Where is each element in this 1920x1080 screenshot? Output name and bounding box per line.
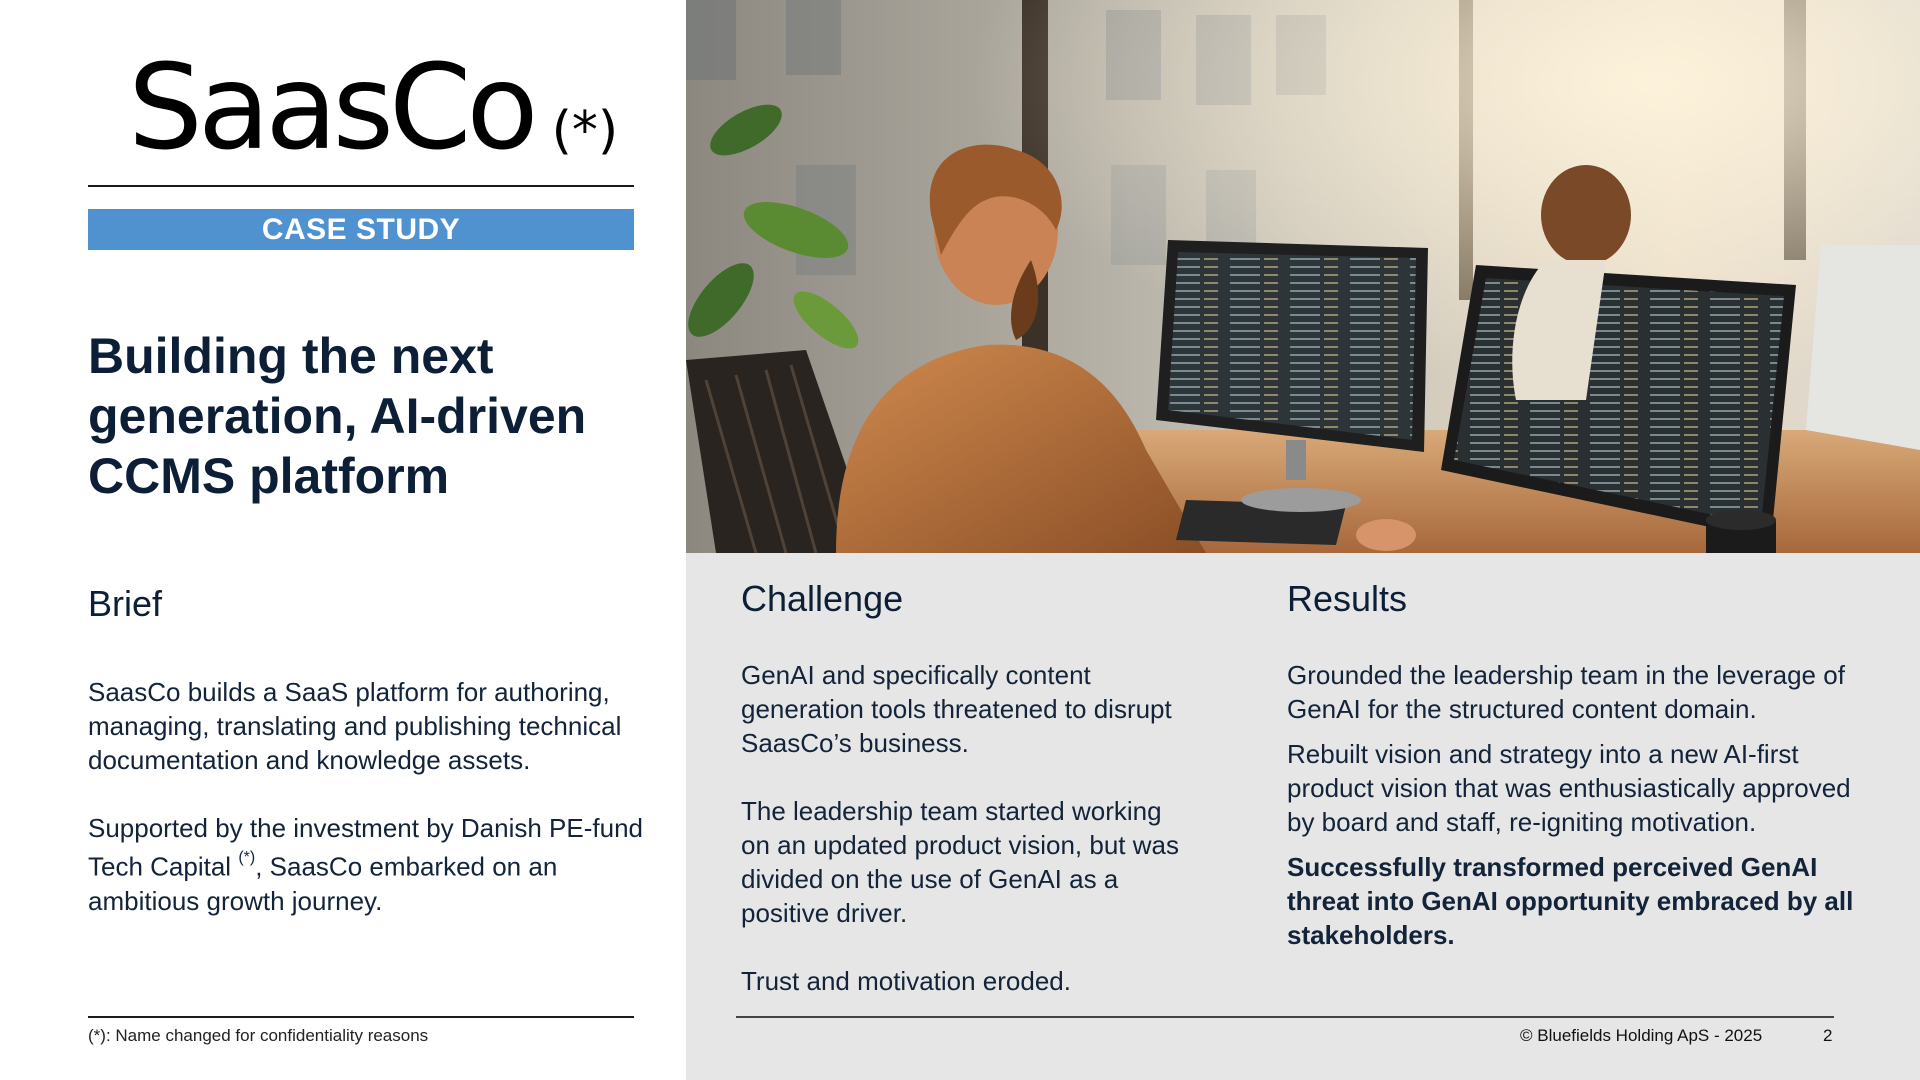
brief-confidential-mark: (*) bbox=[238, 849, 256, 866]
results-body: Grounded the leadership team in the leve… bbox=[1287, 658, 1877, 952]
office-workers-coding-photo bbox=[686, 0, 1920, 553]
company-logo: SaasCo (*) bbox=[128, 48, 618, 166]
results-highlight: Successfully transformed perceived GenAI… bbox=[1287, 852, 1854, 950]
challenge-paragraph-3: Trust and motivation eroded. bbox=[741, 966, 1071, 996]
footnote: (*): Name changed for confidentiality re… bbox=[88, 1026, 429, 1045]
results-heading: Results bbox=[1287, 578, 1408, 619]
challenge-body: GenAI and specifically content generatio… bbox=[741, 658, 1181, 998]
logo-name: SaasCo bbox=[128, 38, 539, 176]
logo-divider bbox=[88, 185, 634, 187]
logo-confidential-mark: (*) bbox=[551, 101, 619, 161]
results-paragraph-1: Grounded the leadership team in the leve… bbox=[1287, 660, 1845, 724]
copyright-notice: © Bluefields Holding ApS - 2025 bbox=[1520, 1026, 1763, 1045]
page-title: Building the next generation, AI-driven … bbox=[88, 328, 587, 504]
footnote-divider bbox=[88, 1016, 634, 1018]
brief-heading: Brief bbox=[88, 583, 163, 624]
brief-body: SaasCo builds a SaaS platform for author… bbox=[88, 675, 648, 918]
brief-paragraph-1: SaasCo builds a SaaS platform for author… bbox=[88, 677, 622, 775]
brief-paragraph-2: Supported by the investment by Danish PE… bbox=[88, 811, 648, 918]
challenge-paragraph-2: The leadership team started working on a… bbox=[741, 796, 1179, 928]
challenge-heading: Challenge bbox=[741, 578, 904, 619]
challenge-paragraph-1: GenAI and specifically content generatio… bbox=[741, 660, 1172, 758]
results-paragraph-2: Rebuilt vision and strategy into a new A… bbox=[1287, 739, 1851, 837]
case-study-banner: CASE STUDY bbox=[88, 209, 634, 250]
footer-divider bbox=[736, 1016, 1834, 1018]
page-number: 2 bbox=[1823, 1026, 1833, 1045]
